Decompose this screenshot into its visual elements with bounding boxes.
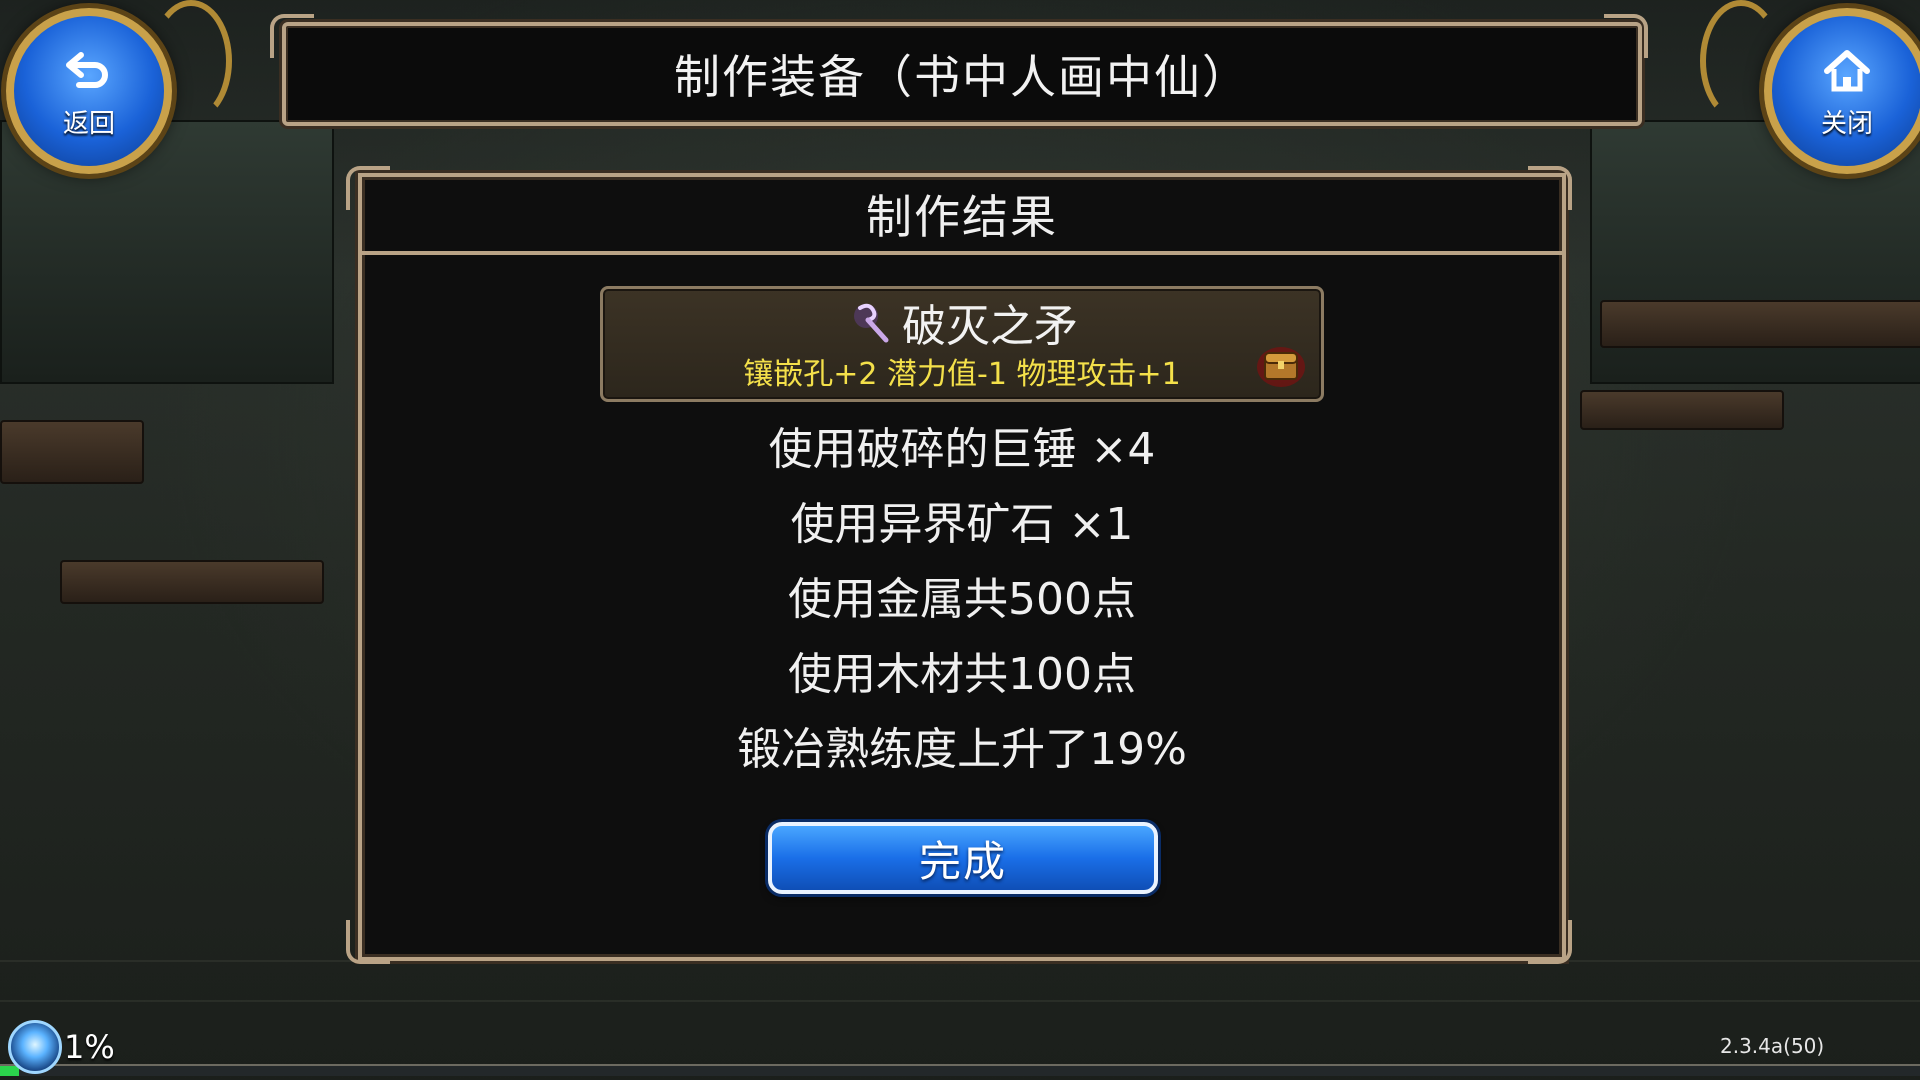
- result-line: 使用木材共100点: [788, 649, 1136, 700]
- home-icon: [1824, 49, 1870, 91]
- energy-orb-icon[interactable]: [8, 1020, 62, 1074]
- result-line: 使用破碎的巨锤 ×4: [768, 424, 1156, 475]
- panel-corner-ornament: [1528, 920, 1572, 964]
- item-name: 破灭之矛: [902, 301, 1078, 352]
- result-line: 锻冶熟练度上升了19%: [737, 724, 1187, 775]
- progress-bar: [0, 1064, 1920, 1076]
- panel-corner-ornament: [346, 166, 390, 210]
- frame-corner-ornament: [270, 14, 314, 58]
- item-name-row: 破灭之矛: [603, 297, 1321, 352]
- close-button-label: 关闭: [1820, 108, 1873, 139]
- progress-fill: [0, 1066, 20, 1076]
- crafted-item-card[interactable]: 破灭之矛 镶嵌孔+2 潜力值-1 物理攻击+1: [600, 286, 1324, 402]
- done-button[interactable]: 完成: [768, 822, 1158, 894]
- title-bar: 制作装备（书中人画中仙）: [282, 22, 1642, 126]
- back-arrow-icon: [66, 51, 108, 88]
- progress-percent: 1%: [64, 1028, 115, 1066]
- close-button[interactable]: 关闭: [1764, 8, 1920, 174]
- back-button[interactable]: 返回: [6, 8, 172, 174]
- result-line: 使用异界矿石 ×1: [790, 499, 1134, 550]
- result-line: 使用金属共500点: [788, 574, 1136, 625]
- panel-corner-ornament: [1528, 166, 1572, 210]
- staff-icon: [854, 303, 889, 343]
- treasure-chest-icon: [1257, 347, 1305, 387]
- back-button-label: 返回: [62, 108, 115, 139]
- done-button-label: 完成: [918, 836, 1007, 886]
- frame-corner-ornament: [1604, 14, 1648, 58]
- panel-header: 制作结果: [362, 177, 1562, 255]
- panel-corner-ornament: [346, 920, 390, 964]
- page-title: 制作装备（书中人画中仙）: [674, 50, 1250, 104]
- panel-title: 制作结果: [866, 190, 1058, 244]
- results-list: 使用破碎的巨锤 ×4 使用异界矿石 ×1 使用金属共500点 使用木材共100点…: [358, 420, 1566, 795]
- version-label: 2.3.4a(50): [1720, 1034, 1825, 1058]
- item-stats: 镶嵌孔+2 潜力值-1 物理攻击+1: [743, 357, 1181, 392]
